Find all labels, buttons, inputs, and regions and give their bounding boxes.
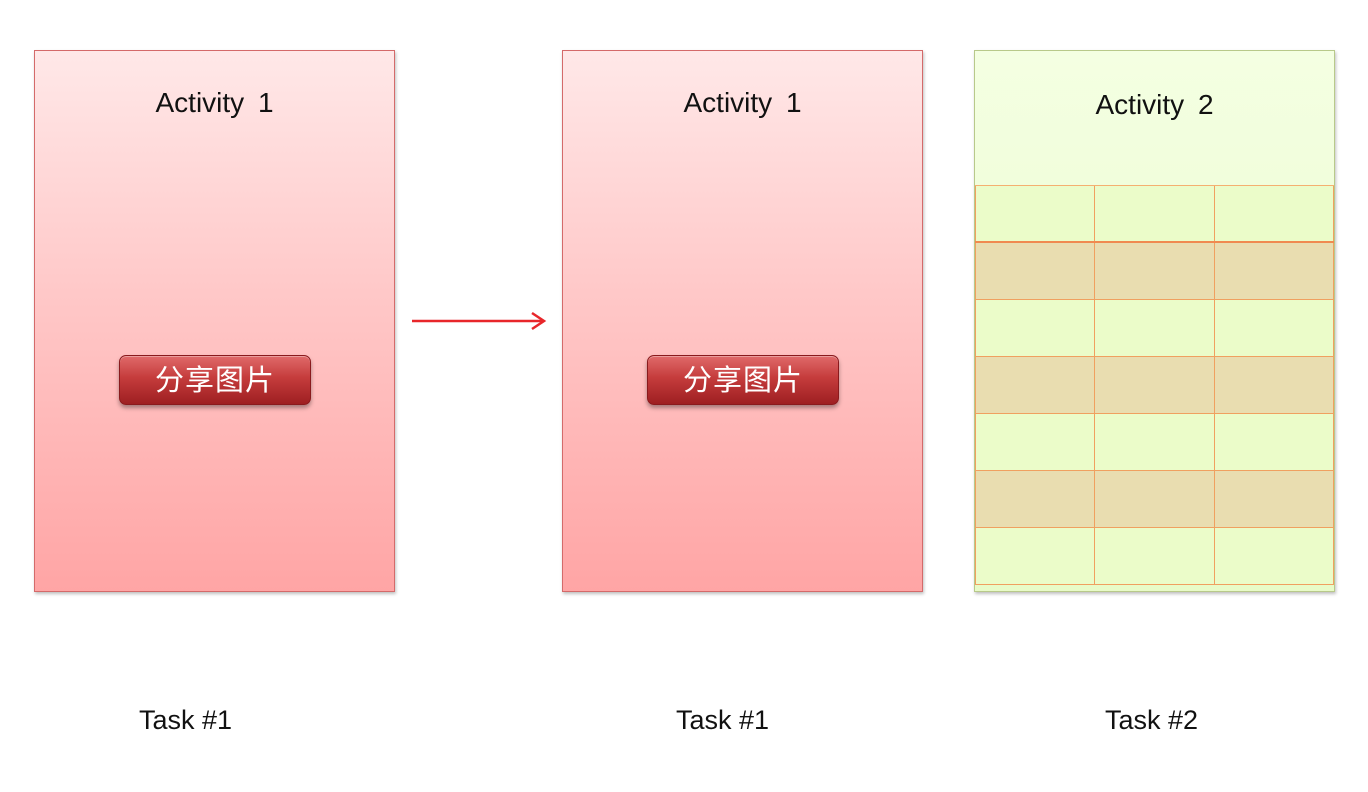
grid-cell [1095, 300, 1215, 356]
grid-cell [1215, 528, 1334, 584]
grid-cell [975, 414, 1096, 470]
activity-title: Activity 1 [683, 87, 802, 118]
grid-cell [1095, 186, 1215, 241]
share-image-button[interactable]: 分享图片 [647, 355, 839, 405]
task-label: Task #1 [139, 705, 233, 735]
activity-1-panel-task-1-after: Activity 1 分享图片 [562, 50, 923, 592]
grid-cell [1215, 186, 1334, 241]
grid-cell [1095, 243, 1215, 299]
activity-2-panel-task-2: Activity 2 [974, 50, 1335, 592]
grid-cell [975, 300, 1096, 356]
grid-cell [975, 186, 1096, 241]
grid-cell [975, 357, 1096, 413]
grid-cell [1215, 357, 1334, 413]
activity-title: Activity 2 [1095, 89, 1214, 120]
grid-cell [1215, 300, 1334, 356]
grid-cell [1095, 357, 1215, 413]
share-image-button[interactable]: 分享图片 [119, 355, 311, 405]
grid-cell [975, 471, 1096, 527]
list-grid [975, 185, 1334, 585]
grid-row [975, 357, 1334, 414]
right-arrow-icon [412, 311, 547, 331]
activity-1-panel-task-1: Activity 1 分享图片 [34, 50, 395, 592]
grid-row [975, 414, 1334, 471]
grid-cell [1215, 414, 1334, 470]
grid-cell [975, 528, 1096, 584]
grid-cell [1215, 471, 1334, 527]
task-label: Task #1 [676, 705, 770, 735]
grid-cell [1215, 243, 1334, 299]
grid-row [975, 528, 1334, 585]
grid-cell [1095, 528, 1215, 584]
grid-row [975, 300, 1334, 357]
activity-title: Activity 1 [155, 87, 274, 118]
grid-cell [1095, 414, 1215, 470]
grid-cell [1095, 471, 1215, 527]
grid-row [975, 471, 1334, 528]
grid-cell [975, 243, 1096, 299]
grid-row [975, 186, 1334, 243]
task-label: Task #2 [1105, 705, 1199, 735]
grid-row [975, 243, 1334, 300]
